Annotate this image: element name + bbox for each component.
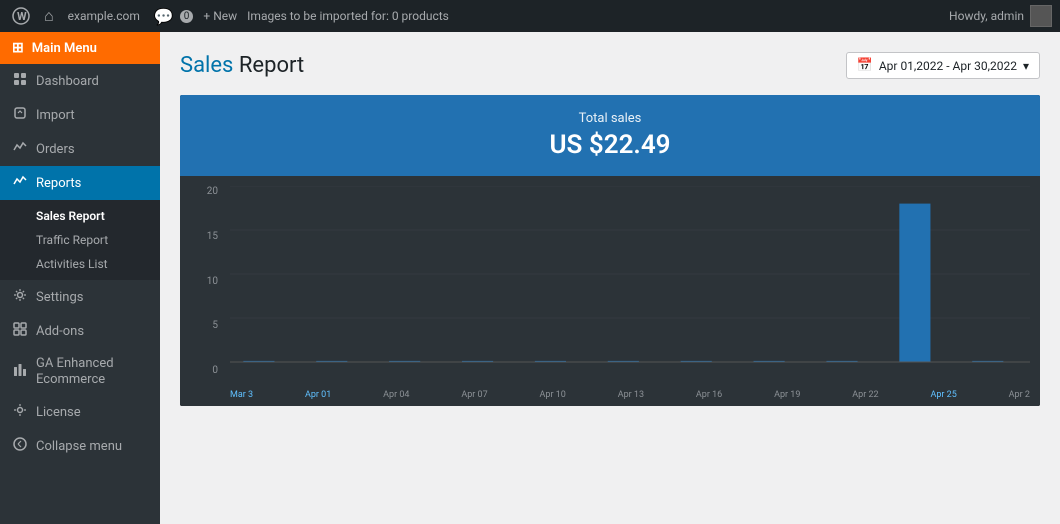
ga-label: GA EnhancedEcommerce [36,356,114,387]
x-label-apr25: Apr 25 [930,390,956,400]
collapse-icon [12,437,28,455]
y-axis-labels: 0 5 10 15 20 [188,186,218,376]
admin-bar-right: Howdy, admin [949,5,1052,27]
x-label-apr19: Apr 19 [774,390,800,400]
y-label-10: 10 [188,276,218,287]
reports-icon [12,174,28,192]
x-label-apr22: Apr 22 [852,390,878,400]
x-label-mar3: Mar 3 [230,390,253,400]
x-axis-labels: Mar 3 Apr 01 Apr 04 Apr 07 Apr 10 Apr 13… [230,386,1030,404]
total-sales-value: US $22.49 [196,130,1024,160]
wp-logo-icon[interactable]: W [8,3,34,29]
main-menu-label: Main Menu [32,41,97,56]
comments-icon[interactable]: 💬 [150,3,178,30]
x-label-apr01: Apr 01 [305,390,331,400]
avatar[interactable] [1030,5,1052,27]
sidebar-item-orders[interactable]: Orders [0,132,160,166]
import-label: Import [36,108,75,123]
settings-label: Settings [36,290,83,305]
sidebar-item-license[interactable]: License [0,395,160,429]
comments-count: 0 [180,10,194,23]
chart-svg [230,186,1030,406]
page-title-prefix: Sales [180,53,233,78]
ga-icon [12,363,28,381]
date-range-picker[interactable]: 📅 Apr 01,2022 - Apr 30,2022 ▾ [846,52,1040,79]
chart-container: Total sales US $22.49 0 5 10 15 20 [180,95,1040,406]
addons-icon [12,322,28,340]
y-label-15: 15 [188,231,218,242]
y-label-5: 5 [188,320,218,331]
sidebar-sub-activities-list[interactable]: Activities List [0,252,160,276]
app-window: W ⌂ example.com 💬 0 + New Images to be i… [0,0,1060,524]
page-title-suffix: Report [239,53,304,78]
sidebar-item-settings[interactable]: Settings [0,280,160,314]
new-button[interactable]: + New [199,5,241,27]
chart-body: 0 5 10 15 20 [180,176,1040,406]
new-label: + New [203,9,237,23]
y-label-0: 0 [188,365,218,376]
dashboard-label: Dashboard [36,74,99,89]
x-label-apr2: Apr 2 [1009,390,1030,400]
sidebar-main-menu[interactable]: ⊞ Main Menu [0,32,160,64]
sidebar-item-import[interactable]: Import [0,98,160,132]
svg-text:W: W [17,10,27,23]
x-label-apr16: Apr 16 [696,390,722,400]
dashboard-icon [12,72,28,90]
calendar-icon: 📅 [857,58,873,73]
sidebar-sub-traffic-report[interactable]: Traffic Report [0,228,160,252]
sidebar-item-collapse[interactable]: Collapse menu [0,429,160,463]
page-header: Sales Report 📅 Apr 01,2022 - Apr 30,2022… [180,52,1040,79]
orders-label: Orders [36,142,75,157]
collapse-label: Collapse menu [36,439,122,454]
total-sales-label: Total sales [196,111,1024,126]
x-label-apr07: Apr 07 [461,390,487,400]
page-title: Sales Report [180,53,304,78]
reports-submenu: Sales Report Traffic Report Activities L… [0,200,160,280]
sidebar-sub-sales-report[interactable]: Sales Report [0,204,160,228]
dropdown-icon: ▾ [1023,59,1029,73]
x-label-apr04: Apr 04 [383,390,409,400]
y-label-20: 20 [188,186,218,197]
howdy-text: Howdy, admin [949,9,1024,23]
import-notice: Images to be imported for: 0 products [247,9,449,23]
sidebar-item-dashboard[interactable]: Dashboard [0,64,160,98]
sidebar: ⊞ Main Menu Dashboard [0,32,160,524]
main-layout: ⊞ Main Menu Dashboard [0,32,1060,524]
x-label-apr13: Apr 13 [618,390,644,400]
settings-icon [12,288,28,306]
date-range-value: Apr 01,2022 - Apr 30,2022 [879,59,1017,73]
sidebar-item-reports[interactable]: Reports [0,166,160,200]
import-icon [12,106,28,124]
site-name[interactable]: example.com [64,5,144,27]
license-icon [12,403,28,421]
license-label: License [36,405,81,420]
sidebar-item-addons[interactable]: Add-ons [0,314,160,348]
content-area: Sales Report 📅 Apr 01,2022 - Apr 30,2022… [160,32,1060,524]
addons-label: Add-ons [36,324,84,339]
admin-bar-left: W ⌂ example.com 💬 0 + New Images to be i… [8,2,943,30]
orders-icon [12,140,28,158]
home-icon[interactable]: ⌂ [40,2,58,30]
main-menu-icon: ⊞ [12,40,24,56]
x-label-apr10: Apr 10 [540,390,566,400]
chart-header: Total sales US $22.49 [180,95,1040,176]
sidebar-item-ga-enhanced[interactable]: GA EnhancedEcommerce [0,348,160,395]
reports-label: Reports [36,176,81,191]
admin-bar: W ⌂ example.com 💬 0 + New Images to be i… [0,0,1060,32]
